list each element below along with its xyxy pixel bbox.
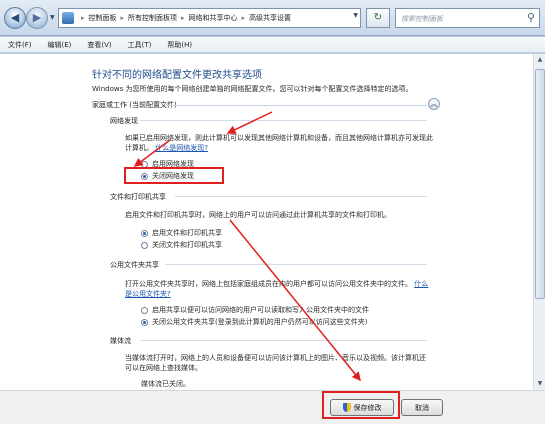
chevron-up-icon: ︽ <box>430 100 438 108</box>
network-discovery-desc-cont: 计算机。 什么是网络发现? <box>125 143 208 153</box>
menu-bar: 文件(F) 编辑(E) 查看(V) 工具(T) 帮助(H) <box>0 37 545 53</box>
option-label: 关闭文件和打印机共享 <box>152 241 222 249</box>
option-label: 启用共享以便可以访问网络的用户可以读取和写入公用文件夹中的文件 <box>152 306 369 314</box>
search-input[interactable]: 搜索控制面板 ⚲ <box>395 8 540 28</box>
public-folder-help-link-cont[interactable]: 是公用文件夹? <box>125 290 171 298</box>
file-printer-heading: 文件和打印机共享 <box>110 193 166 201</box>
annotation-highlight-box <box>322 391 400 419</box>
profile-divider <box>165 105 427 106</box>
network-discovery-help-link[interactable]: 什么是网络发现? <box>155 144 208 152</box>
bottom-bar: 保存修改 取消 <box>0 390 545 424</box>
breadcrumb-chevron-icon[interactable]: ▸ <box>181 14 185 22</box>
file-printer-desc: 启用文件和打印机共享时，网络上的用户可以访问通过此计算机共享的文件和打印机。 <box>125 211 391 219</box>
back-button[interactable]: ◀ <box>4 7 26 29</box>
network-discovery-desc: 如果已启用网络发现，则此计算机可以发现其他网络计算机和设备，而且其他网络计算机亦… <box>125 134 433 142</box>
option-enable-file-sharing[interactable]: 启用文件和打印机共享 <box>141 228 222 238</box>
page-subtitle: Windows 为您所使用的每个网络创建单独的网络配置文件。您可以针对每个配置文… <box>92 85 413 93</box>
vertical-scrollbar[interactable]: ▲ ▼ <box>533 54 545 390</box>
refresh-button[interactable]: ↻ <box>366 8 390 28</box>
breadcrumb-chevron-icon[interactable]: ▸ <box>121 14 125 22</box>
breadcrumb[interactable]: ▸ 控制面板 ▸ 所有控制面板项 ▸ 网络和共享中心 ▸ 高级共享设置 ▼ <box>58 8 361 28</box>
breadcrumb-item-all-items[interactable]: 所有控制面板项 <box>128 13 177 23</box>
media-heading: 媒体流 <box>110 337 131 345</box>
public-folder-help-link[interactable]: 什么 <box>414 280 428 288</box>
cancel-label: 取消 <box>415 403 429 412</box>
menu-help[interactable]: 帮助(H) <box>167 40 192 50</box>
control-panel-icon <box>62 12 74 24</box>
public-folder-desc: 打开公用文件夹共享时，网络上包括家庭组成员在内的用户都可以访问公用文件夹中的文件… <box>125 279 428 289</box>
public-folder-heading: 公用文件夹共享 <box>110 261 159 269</box>
scrollbar-thumb[interactable] <box>535 69 545 299</box>
radio-disable-public-sharing[interactable] <box>141 318 148 326</box>
menu-edit[interactable]: 编辑(E) <box>48 40 72 50</box>
breadcrumb-item-advanced-sharing[interactable]: 高级共享设置 <box>249 13 291 23</box>
search-icon[interactable]: ⚲ <box>527 11 535 24</box>
scroll-up-icon[interactable]: ▲ <box>535 55 545 65</box>
media-desc-line2: 可以在网络上查找媒体。 <box>125 364 202 372</box>
back-arrow-icon: ◀ <box>10 11 20 24</box>
section-divider <box>140 120 427 121</box>
breadcrumb-item-control-panel[interactable]: 控制面板 <box>89 13 117 23</box>
scroll-down-icon[interactable]: ▼ <box>535 379 545 389</box>
settings-content: 针对不同的网络配置文件更改共享选项 Windows 为您所使用的每个网络创建单独… <box>0 54 533 390</box>
page-title: 针对不同的网络配置文件更改共享选项 <box>92 70 262 81</box>
cancel-button[interactable]: 取消 <box>401 399 443 416</box>
radio-disable-file-sharing[interactable] <box>141 241 148 249</box>
breadcrumb-item-network-center[interactable]: 网络和共享中心 <box>189 13 238 23</box>
network-discovery-desc-line2: 计算机。 <box>125 144 153 152</box>
section-divider <box>175 196 427 197</box>
radio-enable-file-sharing[interactable] <box>141 229 148 237</box>
menu-view[interactable]: 查看(V) <box>87 40 111 50</box>
profile-heading: 家庭或工作 (当前配置文件) <box>92 101 177 109</box>
menu-tools[interactable]: 工具(T) <box>128 40 152 50</box>
option-disable-public-sharing[interactable]: 关闭公用文件夹共享(登录到此计算机的用户仍然可以访问这些文件夹) <box>141 317 367 327</box>
address-dropdown-icon[interactable]: ▼ <box>353 12 358 19</box>
option-enable-public-sharing[interactable]: 启用共享以便可以访问网络的用户可以读取和写入公用文件夹中的文件 <box>141 305 369 315</box>
media-status: 媒体流已关闭。 <box>141 380 190 388</box>
collapse-profile-button[interactable]: ︽ <box>428 98 440 110</box>
breadcrumb-chevron-icon[interactable]: ▸ <box>242 14 246 22</box>
breadcrumb-chevron-icon[interactable]: ▸ <box>81 14 85 22</box>
section-divider <box>165 264 427 265</box>
option-disable-file-sharing[interactable]: 关闭文件和打印机共享 <box>141 240 222 250</box>
forward-button[interactable]: ▶ <box>26 7 48 29</box>
address-bar: ◀ ▶ ▼ ▸ 控制面板 ▸ 所有控制面板项 ▸ 网络和共享中心 ▸ 高级共享设… <box>0 0 545 36</box>
radio-enable-public-sharing[interactable] <box>141 306 148 314</box>
network-discovery-heading: 网络发现 <box>110 117 138 125</box>
public-folder-link-cont: 是公用文件夹? <box>125 289 171 299</box>
refresh-icon: ↻ <box>373 12 383 23</box>
media-desc-line1: 当媒体流打开时，网络上的人员和设备便可以访问该计算机上的图片、音乐以及视频。该计… <box>125 354 426 362</box>
section-divider <box>140 340 427 341</box>
public-folder-desc-line1: 打开公用文件夹共享时，网络上包括家庭组成员在内的用户都可以访问公用文件夹中的文件… <box>125 280 412 288</box>
forward-arrow-icon: ▶ <box>32 11 42 24</box>
search-placeholder: 搜索控制面板 <box>401 15 443 23</box>
recent-pages-chevron-icon[interactable]: ▼ <box>50 14 55 21</box>
annotation-highlight-box <box>124 167 224 184</box>
option-label: 关闭公用文件夹共享(登录到此计算机的用户仍然可以访问这些文件夹) <box>152 318 368 326</box>
menu-file[interactable]: 文件(F) <box>8 40 32 50</box>
option-label: 启用文件和打印机共享 <box>152 229 222 237</box>
